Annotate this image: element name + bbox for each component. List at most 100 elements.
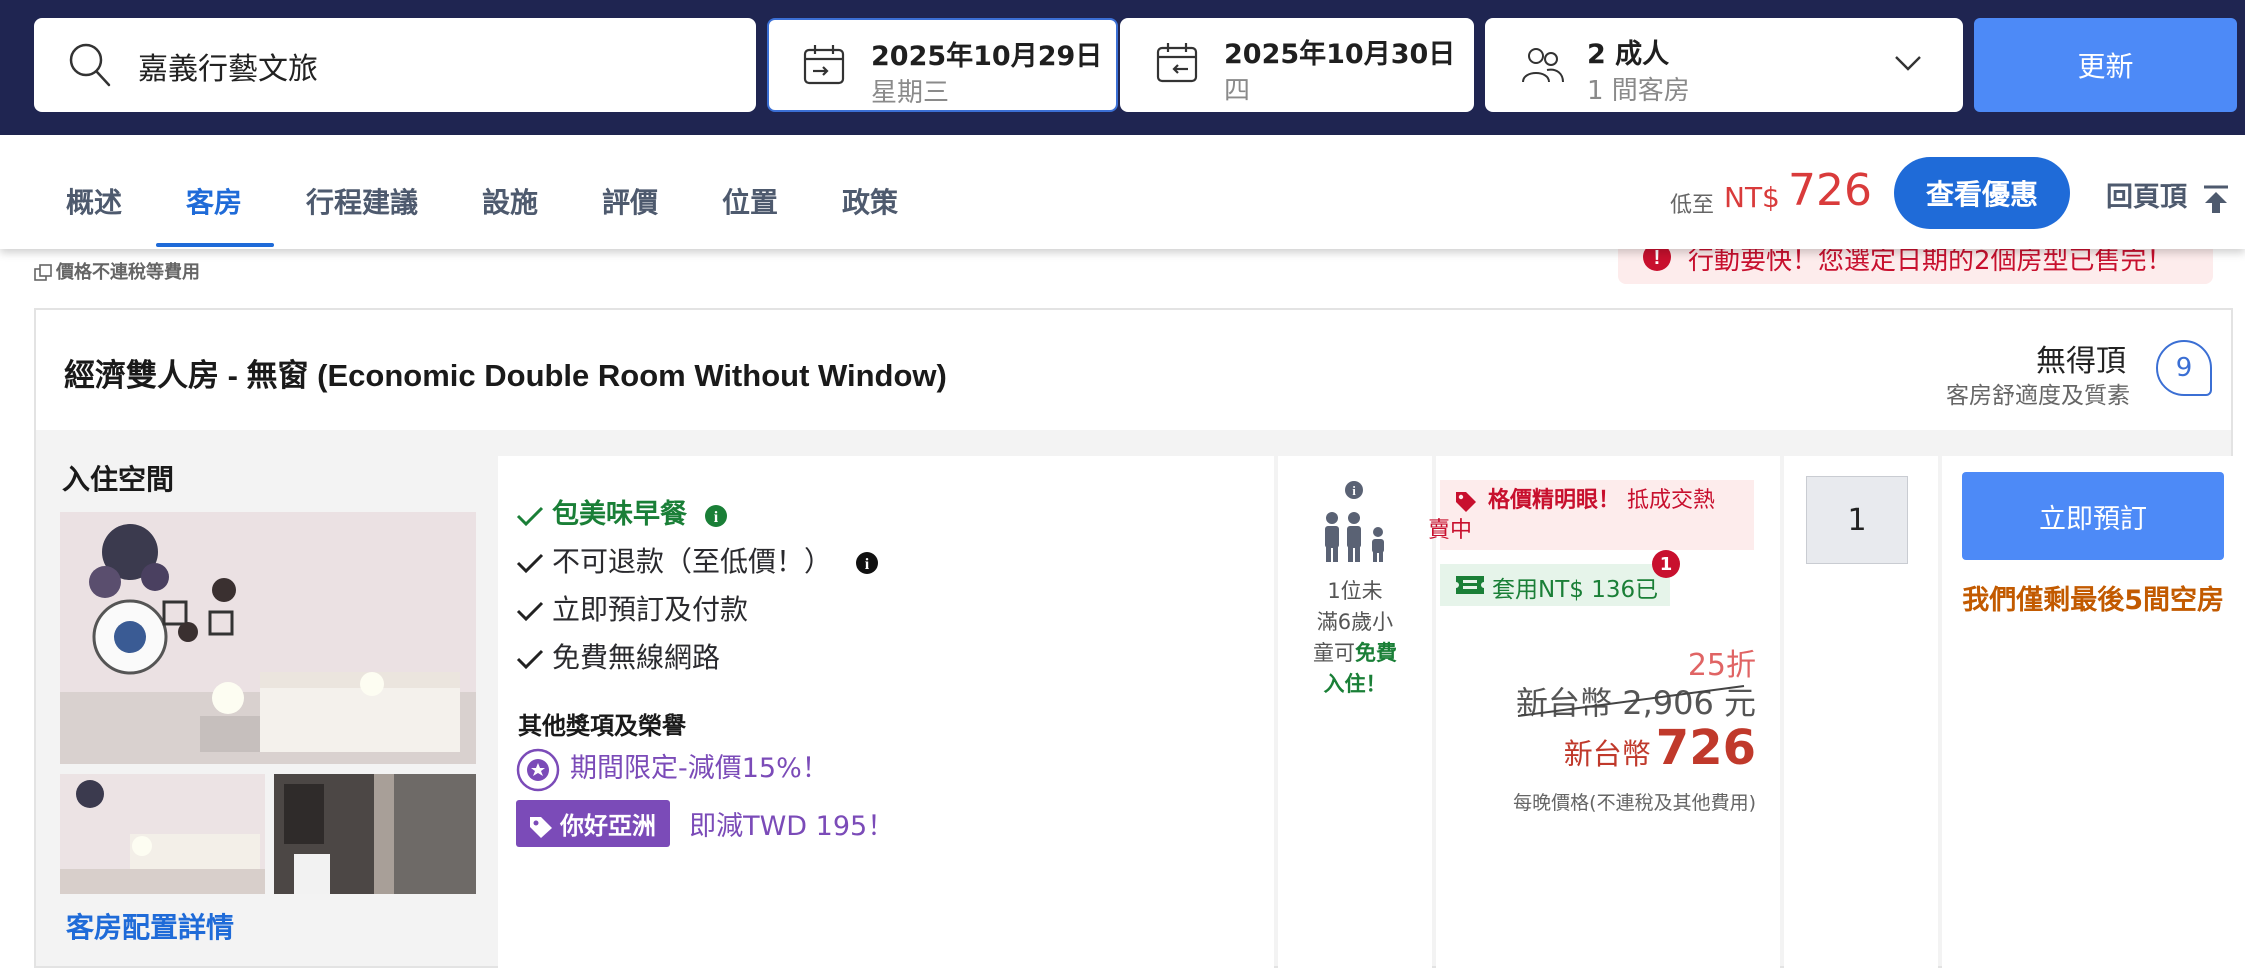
tag-icon bbox=[530, 817, 552, 838]
see-deal-button[interactable]: 查看優惠 bbox=[1894, 157, 2070, 229]
tax-note: 價格不連稅等費用 bbox=[34, 258, 200, 284]
family-icon bbox=[1325, 512, 1384, 562]
star-badge-icon bbox=[516, 748, 560, 791]
tab-policies[interactable]: 政策 bbox=[842, 181, 898, 221]
calendar-icon bbox=[803, 44, 845, 90]
info-icon[interactable]: i bbox=[855, 551, 879, 575]
checkin-date-label: 2025年10月29日 bbox=[871, 41, 1103, 72]
booking-panel: 立即預訂 我們僅剩最後5間空房 bbox=[1942, 456, 2245, 976]
occupancy-panel: i 1位未 滿6歲小 童可免費 入住！ bbox=[1278, 456, 1432, 976]
deal-tag-text: 抵成交熱 bbox=[1627, 488, 1716, 513]
search-box[interactable]: 嘉義行藝文旅 bbox=[34, 18, 756, 112]
tab-itinerary[interactable]: 行程建議 bbox=[306, 181, 418, 221]
deal-tag: 格價精明眼！ 抵成交熱賣中 bbox=[1428, 480, 1754, 550]
hello-asia-label: 你好亞洲 bbox=[560, 812, 656, 840]
rating-sub: 客房舒適度及質素 bbox=[1946, 383, 2130, 409]
final-price-prefix: 新台幣 bbox=[1563, 737, 1651, 771]
child-policy-line3: 童可 bbox=[1313, 641, 1355, 665]
checkin-date[interactable]: 2025年10月29日 星期三 bbox=[767, 18, 1118, 112]
people-icon bbox=[1521, 46, 1565, 90]
svg-text:i: i bbox=[1352, 483, 1356, 498]
feature-wifi-label: 免費無線網路 bbox=[552, 641, 721, 674]
adults-count: 2 成人 bbox=[1587, 39, 1670, 70]
feature-breakfast-label: 包美味早餐 bbox=[552, 499, 687, 530]
child-policy-line2: 滿6歲小 bbox=[1316, 610, 1394, 634]
tab-location[interactable]: 位置 bbox=[722, 181, 778, 221]
original-price: 新台幣 2,906 元 bbox=[1516, 678, 1756, 724]
deal-tag-text2: 賣中 bbox=[1428, 518, 1473, 543]
coupon-count-badge: 1 bbox=[1652, 550, 1680, 578]
room-photo-thumb-1[interactable] bbox=[60, 774, 265, 894]
check-icon bbox=[516, 553, 544, 574]
top-search-bar: 嘉義行藝文旅 2025年10月29日 星期三 2025年10月30日 四 2 成… bbox=[0, 0, 2245, 135]
feature-nonrefundable-label: 不可退款（至低價！） bbox=[552, 545, 833, 578]
room-photo-main[interactable] bbox=[60, 512, 476, 764]
price-currency: NT$ bbox=[1724, 181, 1780, 214]
feature-wifi: 免費無線網路 bbox=[516, 636, 720, 676]
checkin-weekday: 星期三 bbox=[871, 78, 950, 108]
room-qty-select[interactable]: 1 bbox=[1806, 476, 1908, 564]
rating-score: 9 bbox=[2175, 353, 2193, 383]
tab-reviews[interactable]: 評價 bbox=[602, 181, 658, 221]
coupon-count: 1 bbox=[1659, 553, 1673, 575]
room-card-header: 經濟雙人房 - 無窗 (Economic Double Room Without… bbox=[36, 310, 2231, 430]
checkout-date[interactable]: 2025年10月30日 四 bbox=[1120, 18, 1474, 112]
info-icon[interactable]: i bbox=[1344, 480, 1364, 500]
chevron-down-icon[interactable] bbox=[1893, 54, 1923, 76]
svg-text:i: i bbox=[865, 556, 870, 573]
strikethrough-line bbox=[1517, 685, 1745, 717]
checkout-date-label: 2025年10月30日 bbox=[1224, 39, 1456, 70]
scarcity-note: 我們僅剩最後5間空房 bbox=[1962, 585, 2224, 616]
deal-tag-bold: 格價精明眼！ bbox=[1488, 488, 1621, 513]
award-limited-label: 期間限定-減價15%！ bbox=[570, 753, 829, 784]
check-icon bbox=[516, 506, 544, 526]
search-input[interactable]: 嘉義行藝文旅 bbox=[138, 44, 318, 88]
coupon-text: 套用NT$ 136已 bbox=[1492, 577, 1659, 603]
tab-facilities[interactable]: 設施 bbox=[482, 181, 538, 221]
svg-text:!: ! bbox=[1654, 247, 1661, 269]
search-icon bbox=[68, 42, 112, 92]
final-price-amount: 726 bbox=[1655, 720, 1756, 776]
arrow-up-icon bbox=[2204, 185, 2229, 213]
book-now-button[interactable]: 立即預訂 bbox=[1962, 472, 2224, 560]
tab-rooms[interactable]: 客房 bbox=[186, 181, 242, 221]
price-prefix: 低至 bbox=[1670, 193, 1715, 218]
space-label: 入住空間 bbox=[62, 463, 175, 496]
hello-asia-badge: 你好亞洲 bbox=[516, 800, 670, 847]
section-tabs: 概述 客房 行程建議 設施 評價 位置 政策 低至 NT$ 726 查看優惠 回… bbox=[0, 135, 2245, 249]
guest-selector[interactable]: 2 成人 1 間客房 bbox=[1485, 18, 1963, 112]
deal-tag-text-block: 格價精明眼！ 抵成交熱賣中 bbox=[1428, 486, 1758, 546]
child-policy-line4: 入住！ bbox=[1323, 672, 1387, 696]
price-note: 每晚價格(不連稅及其他費用) bbox=[1513, 792, 1756, 814]
feature-nonrefundable: 不可退款（至低價！） i bbox=[516, 540, 879, 580]
rating-score-badge: 9 bbox=[2156, 340, 2212, 396]
feature-instant-label: 立即預訂及付款 bbox=[552, 593, 749, 626]
back-to-top-link[interactable]: 回頁頂 bbox=[2106, 175, 2230, 214]
info-icon[interactable]: i bbox=[704, 504, 728, 528]
room-details-link[interactable]: 客房配置詳情 bbox=[66, 906, 234, 946]
room-title: 經濟雙人房 - 無窗 (Economic Double Room Without… bbox=[64, 358, 947, 393]
award-hello-asia: 你好亞洲 即減TWD 195！ bbox=[516, 800, 894, 847]
room-qty-value: 1 bbox=[1847, 502, 1867, 538]
feature-breakfast: 包美味早餐 i bbox=[516, 492, 728, 531]
date-range-picker: 2025年10月29日 星期三 2025年10月30日 四 bbox=[767, 18, 1474, 112]
ticket-icon bbox=[1456, 576, 1484, 594]
rooms-count: 1 間客房 bbox=[1587, 76, 1690, 106]
tab-overview[interactable]: 概述 bbox=[66, 181, 122, 221]
final-price: 新台幣 726 bbox=[1564, 720, 1756, 776]
room-card: 經濟雙人房 - 無窗 (Economic Double Room Without… bbox=[34, 308, 2245, 976]
back-to-top-label: 回頁頂 bbox=[2106, 182, 2187, 213]
checkout-weekday: 四 bbox=[1224, 76, 1251, 106]
feature-instant-booking: 立即預訂及付款 bbox=[516, 588, 748, 628]
award-limited-time: 期間限定-減價15%！ bbox=[516, 746, 829, 792]
external-link-icon bbox=[34, 264, 52, 281]
quantity-panel: 1 bbox=[1784, 456, 1938, 976]
check-icon bbox=[516, 601, 544, 622]
update-button[interactable]: 更新 bbox=[1974, 18, 2237, 112]
awards-title: 其他獎項及榮譽 bbox=[518, 712, 686, 740]
room-photo-thumb-2[interactable] bbox=[274, 774, 476, 894]
coupon-applied[interactable]: 套用NT$ 136已 bbox=[1440, 564, 1670, 606]
features-panel: 包美味早餐 i 不可退款（至低價！） i 立即預訂及付款 免費無線網路 其他獎項… bbox=[498, 456, 1274, 976]
child-policy: 1位未 滿6歲小 童可免費 入住！ bbox=[1278, 576, 1432, 700]
price-panel: 格價精明眼！ 抵成交熱 賣中 套用NT$ 136已 1 25折 新台幣 2,906… bbox=[1428, 456, 1780, 976]
